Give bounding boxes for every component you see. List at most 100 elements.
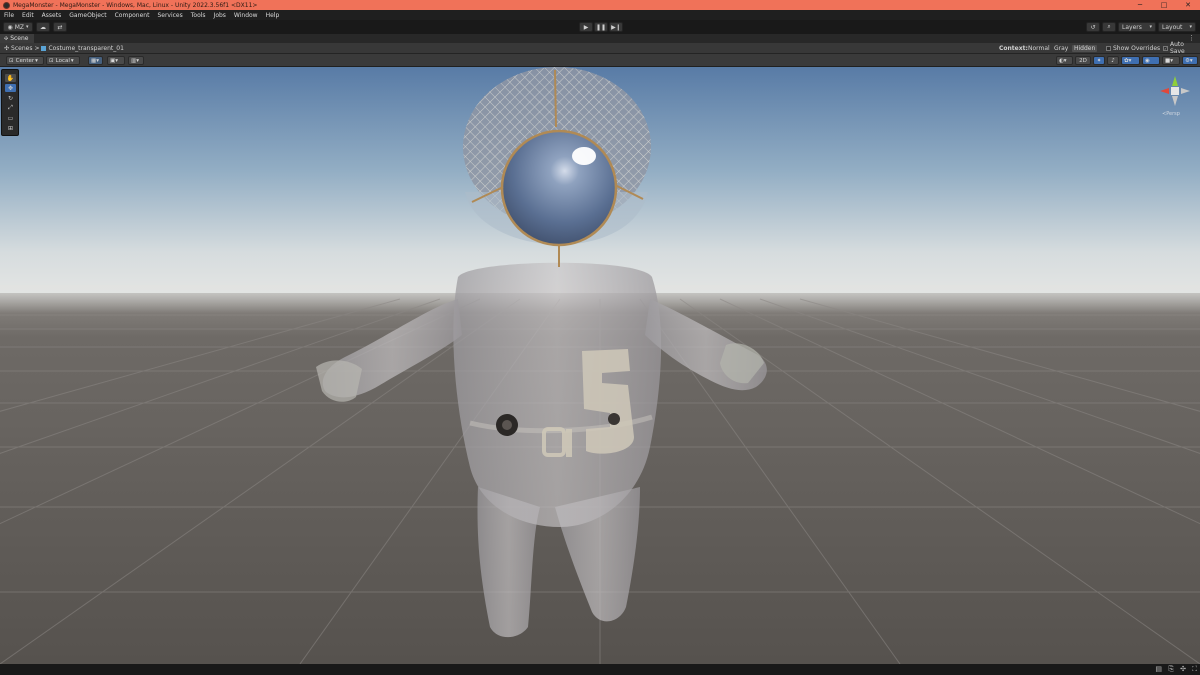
pivot-icon: ⊡ xyxy=(9,57,14,64)
menu-window[interactable]: Window xyxy=(230,12,262,19)
status-bar: ▤ ⎘ ✣ ⛶ xyxy=(0,664,1200,675)
rotation-icon: ⊡ xyxy=(49,57,54,64)
layout-label: Layout xyxy=(1162,23,1183,31)
perspective-label[interactable]: ≺Persp xyxy=(1162,111,1180,117)
rect-icon: ▭ xyxy=(7,114,14,122)
chevron-down-icon: ▾ xyxy=(26,24,29,30)
play-button[interactable]: ▶ xyxy=(579,22,593,32)
show-overrides-checkbox[interactable] xyxy=(1106,45,1111,51)
account-icon: ◉ xyxy=(7,23,13,31)
context-gray[interactable]: Gray xyxy=(1054,45,1068,52)
move-icon: ✥ xyxy=(7,84,14,92)
rect-tool-button[interactable]: ▭ xyxy=(5,114,16,122)
step-icon: ▶❙ xyxy=(611,23,621,31)
status-icon-4[interactable]: ⛶ xyxy=(1192,665,1197,674)
transform-icon: ⊞ xyxy=(7,124,14,132)
status-icon-2[interactable]: ⎘ xyxy=(1168,665,1174,674)
context-hidden[interactable]: Hidden xyxy=(1072,44,1098,52)
account-label: MZ xyxy=(14,23,25,31)
tab-scene-label: Scene xyxy=(10,35,29,42)
window-titlebar: MegaMonster - MegaMonster - Windows, Mac… xyxy=(0,0,1200,10)
auto-save-checkbox[interactable]: ✓ xyxy=(1163,45,1168,51)
breadcrumb-scenes[interactable]: Scenes xyxy=(11,45,32,52)
light-bulb-icon: ✦ xyxy=(1096,57,1102,64)
close-button[interactable]: ✕ xyxy=(1176,0,1200,10)
transform-tool-button[interactable]: ⊞ xyxy=(5,124,16,132)
chevron-down-icon: ▾ xyxy=(1189,24,1192,30)
menu-component[interactable]: Component xyxy=(111,12,154,19)
account-dropdown[interactable]: ◉ MZ ▾ xyxy=(3,22,33,32)
hand-icon: ✋ xyxy=(6,74,15,82)
hidden-objects-toggle[interactable]: ◉ xyxy=(1142,56,1160,65)
window-title: MegaMonster - MegaMonster - Windows, Mac… xyxy=(13,1,258,9)
2d-toggle[interactable]: 2D xyxy=(1075,56,1091,65)
scale-tool-button[interactable]: ⤢ xyxy=(5,104,16,112)
grid-snapping-toggle[interactable]: ▦▾ xyxy=(88,56,103,65)
gizmos-icon: ⚙▾ xyxy=(1185,57,1193,64)
menu-file[interactable]: File xyxy=(0,12,18,19)
menu-bar: File Edit Assets GameObject Component Se… xyxy=(0,10,1200,20)
undo-history-button[interactable]: ↺ xyxy=(1086,22,1100,32)
hand-tool-button[interactable]: ✋ xyxy=(5,74,16,82)
unity-logo-icon xyxy=(3,1,10,9)
minimize-button[interactable]: ─ xyxy=(1128,0,1152,10)
pivot-mode-dropdown[interactable]: ⊡ Center ▾ xyxy=(6,56,44,65)
context-normal[interactable]: Normal xyxy=(1028,45,1050,52)
scene-tab-icon: ✣ xyxy=(4,35,9,42)
menu-services[interactable]: Services xyxy=(153,12,186,19)
chevron-down-icon: ▾ xyxy=(1149,24,1152,30)
chevron-down-icon: ▾ xyxy=(35,57,38,64)
gizmo-center xyxy=(1171,87,1179,95)
audio-toggle[interactable]: ♪ xyxy=(1107,56,1119,65)
tab-scene[interactable]: ✣ Scene xyxy=(0,34,34,43)
menu-gameobject[interactable]: GameObject xyxy=(65,12,110,19)
menu-assets[interactable]: Assets xyxy=(38,12,66,19)
status-icon-3[interactable]: ✣ xyxy=(1180,665,1186,673)
grid-visibility-toggle[interactable]: ▥▾ xyxy=(128,56,144,65)
eye-icon: ◉ xyxy=(1145,57,1150,64)
history-icon: ↺ xyxy=(1090,23,1096,31)
step-button[interactable]: ▶❙ xyxy=(609,22,623,32)
collab-button[interactable]: ⇄ xyxy=(53,22,67,32)
scene-render xyxy=(0,67,1200,664)
layout-dropdown[interactable]: Layout ▾ xyxy=(1158,22,1196,32)
breadcrumb-prefab[interactable]: Costume_transparent_01 xyxy=(48,45,123,52)
maximize-button[interactable]: □ xyxy=(1152,0,1176,10)
increment-snap-toggle[interactable]: ▣▾ xyxy=(107,56,125,65)
shading-icon: ◐▾ xyxy=(1059,57,1067,64)
status-icon-1[interactable]: ▤ xyxy=(1155,665,1162,673)
scene-viewport[interactable] xyxy=(0,67,1200,664)
draw-mode-dropdown[interactable]: ◐▾ xyxy=(1056,56,1073,65)
grid-snap-icon: ▦▾ xyxy=(91,57,99,64)
layers-dropdown[interactable]: Layers ▾ xyxy=(1118,22,1156,32)
menu-help[interactable]: Help xyxy=(262,12,284,19)
pivot-rotation-label: Local xyxy=(55,57,70,64)
scene-tools-overlay: ✋ ✥ ↻ ⤢ ▭ ⊞ xyxy=(1,69,19,136)
lighting-toggle[interactable]: ✦ xyxy=(1093,56,1105,65)
effects-dropdown[interactable]: ✿▾ xyxy=(1121,56,1140,65)
auto-save-label: Auto Save xyxy=(1170,41,1185,55)
layers-label: Layers xyxy=(1122,23,1142,31)
scene-view-toolbar: ⊡ Center ▾ ⊡ Local ▾ ▦▾ ▣▾ ▥▾ ◐▾ 2D ✦ ♪ … xyxy=(0,54,1200,67)
grid-visibility-icon: ▥▾ xyxy=(131,57,139,64)
pivot-rotation-dropdown[interactable]: ⊡ Local ▾ xyxy=(46,56,80,65)
scenes-icon: ✣ xyxy=(4,44,10,52)
orientation-gizmo[interactable] xyxy=(1154,72,1196,110)
breadcrumb-separator: > xyxy=(34,44,40,52)
menu-tools[interactable]: Tools xyxy=(187,12,210,19)
pause-icon: ❚❚ xyxy=(595,23,607,31)
tab-strip: ✣ Scene ⋮ xyxy=(0,34,1200,43)
search-icon: ⌕ xyxy=(1107,23,1111,30)
move-tool-button[interactable]: ✥ xyxy=(5,84,16,92)
gizmos-dropdown[interactable]: ⚙▾ xyxy=(1182,56,1198,65)
chevron-down-icon: ▾ xyxy=(70,57,74,64)
rotate-icon: ↻ xyxy=(7,94,14,102)
scale-icon: ⤢ xyxy=(8,104,13,111)
pause-button[interactable]: ❚❚ xyxy=(594,22,608,32)
search-button[interactable]: ⌕ xyxy=(1102,22,1116,32)
menu-edit[interactable]: Edit xyxy=(18,12,38,19)
camera-settings-dropdown[interactable]: ■▾ xyxy=(1162,56,1180,65)
rotate-tool-button[interactable]: ↻ xyxy=(5,94,16,102)
menu-jobs[interactable]: Jobs xyxy=(210,12,230,19)
cloud-button[interactable]: ☁ xyxy=(36,22,50,32)
